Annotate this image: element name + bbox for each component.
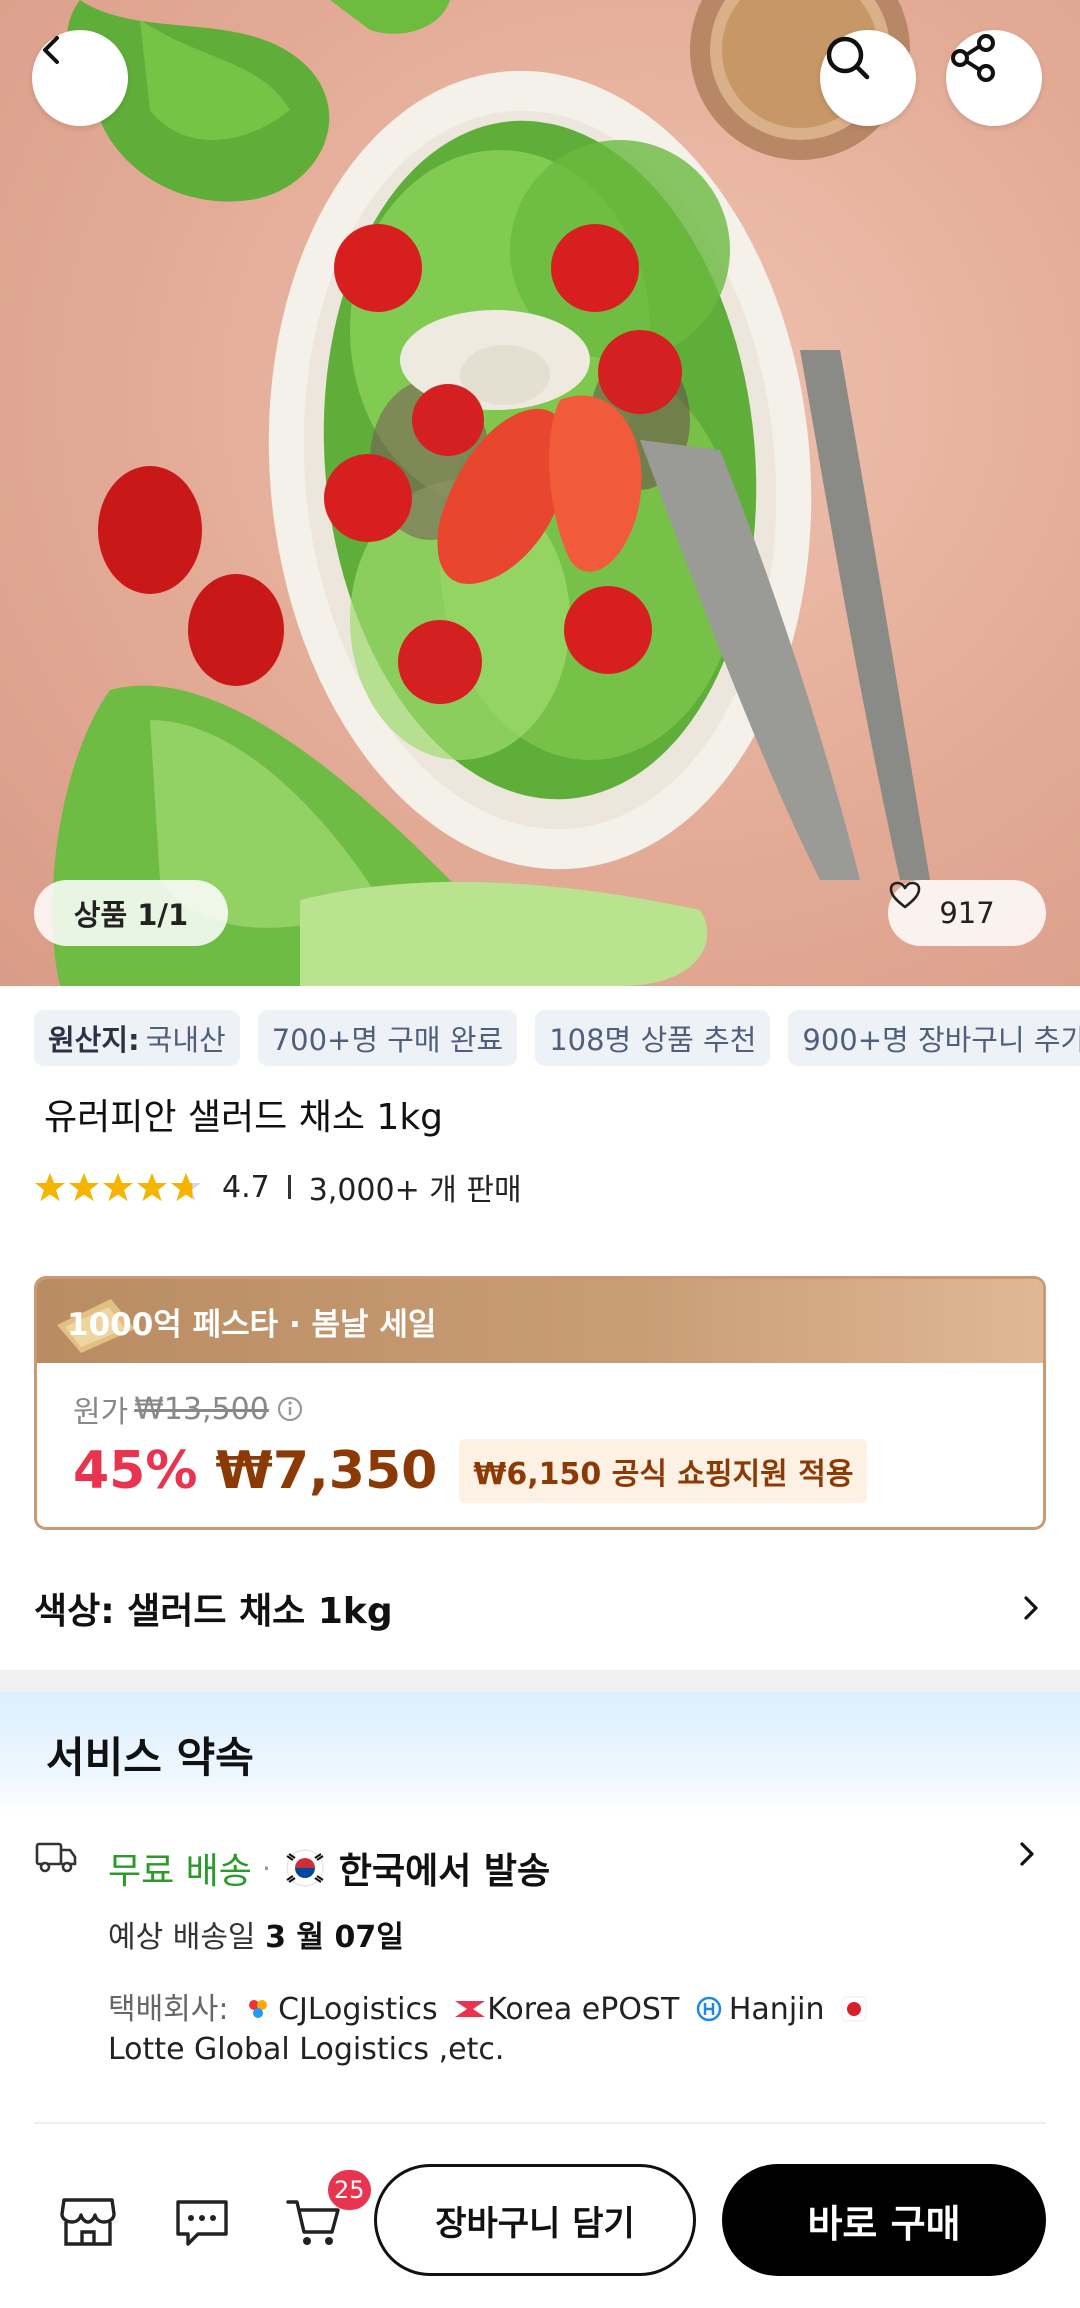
store-icon <box>60 2198 116 2246</box>
carrier-cj: CJLogistics <box>278 1992 438 2027</box>
tag-cart-adds: 900+명 장바구니 추가 <box>788 1010 1080 1066</box>
shipping-line: 무료 배송 · 한국에서 발송 <box>108 1842 550 1894</box>
share-icon <box>951 34 995 82</box>
hanjin-logo-icon <box>695 1994 723 2022</box>
divider <box>34 2122 1046 2124</box>
carrier-epost: Korea ePOST <box>487 1992 680 2027</box>
service-promise-title: 서비스 약속 <box>46 1733 254 1782</box>
color-option-label: 색상: 샐러드 채소 1kg <box>34 1591 393 1632</box>
cj-logo-icon <box>244 1994 273 2022</box>
tag-origin: 원산지: 국내산 <box>34 1010 240 1066</box>
lotte-logo-icon <box>840 1994 868 2022</box>
discount-percent: 45% <box>73 1441 198 1501</box>
star-icon <box>69 1173 99 1201</box>
star-icon <box>171 1173 201 1201</box>
shipping-row[interactable]: 무료 배송 · 한국에서 발송 <box>34 1836 1046 1896</box>
free-shipping-label: 무료 배송 <box>108 1851 252 1892</box>
tag-recommends: 108명 상품 추천 <box>535 1010 771 1066</box>
carrier-hanjin: Hanjin <box>728 1992 825 2027</box>
heart-icon <box>889 881 921 909</box>
add-to-cart-button[interactable]: 장바구니 담기 <box>374 2164 696 2276</box>
carriers-label: 택배회사: <box>108 1992 229 2027</box>
carrier-lotte: Lotte Global Logistics ,etc. <box>108 2032 505 2067</box>
buy-now-button[interactable]: 바로 구매 <box>722 2164 1046 2276</box>
product-tags: 원산지: 국내산 700+명 구매 완료 108명 상품 추천 900+명 장바구… <box>34 1010 1080 1066</box>
star-icon <box>137 1173 167 1201</box>
product-photo <box>52 0 930 986</box>
chat-icon <box>176 2200 228 2246</box>
rating-value: 4.7 <box>222 1169 270 1205</box>
tag-purchases: 700+명 구매 완료 <box>257 1010 518 1066</box>
dot-separator: · <box>261 1851 271 1885</box>
image-counter: 상품 1/1 <box>34 880 228 946</box>
estimated-delivery: 예상 배송일 3 월 07일 <box>108 1912 404 1956</box>
color-option-selector[interactable]: 색상: 샐러드 채소 1kg <box>34 1578 1046 1638</box>
star-icon <box>35 1173 65 1201</box>
final-price: ₩7,350 <box>215 1441 438 1501</box>
product-title: 유러피안 샐러드 채소 1kg <box>44 1097 444 1138</box>
section-divider <box>0 1670 1080 1692</box>
truck-icon <box>35 1842 77 1873</box>
star-rating <box>34 1171 202 1203</box>
search-button[interactable] <box>820 30 916 126</box>
like-count: 917 <box>939 896 995 930</box>
cart-count-badge: 25 <box>328 2170 371 2210</box>
korea-flag-icon <box>286 1849 324 1887</box>
like-button[interactable]: 917 <box>888 880 1046 946</box>
epost-logo-icon <box>453 1994 486 2022</box>
info-icon[interactable] <box>275 1394 305 1424</box>
eta-label: 예상 배송일 <box>108 1920 256 1955</box>
sale-banner-text: 1000억 페스타 · 봄날 세일 <box>67 1306 437 1343</box>
original-price-row: 원가 ₩13,500 <box>73 1387 305 1431</box>
back-button[interactable] <box>32 30 128 126</box>
eta-date: 3 월 07일 <box>265 1920 404 1955</box>
price-box: 1000억 페스타 · 봄날 세일 원가 ₩13,500 45% ₩7,350 … <box>34 1276 1046 1530</box>
bottom-action-bar: 25 장바구니 담기 바로 구매 <box>0 2150 1080 2308</box>
ship-origin: 한국에서 발송 <box>338 1851 551 1892</box>
price-row: 45% ₩7,350 ₩6,150 공식 쇼핑지원 적용 <box>73 1439 868 1503</box>
chat-button[interactable] <box>170 2190 234 2254</box>
chevron-right-icon <box>1020 1842 1034 1866</box>
separator <box>287 1175 291 1199</box>
chevron-left-icon <box>43 36 59 64</box>
original-price-label: 원가 <box>73 1395 129 1430</box>
carrier-list: 택배회사: CJLogistics Korea ePOST Hanjin Lot… <box>108 1990 1008 2070</box>
share-button[interactable] <box>946 30 1042 126</box>
rating-row[interactable]: 4.7 3,000+ 개 판매 <box>34 1165 522 1209</box>
shopping-support-badge: ₩6,150 공식 쇼핑지원 적용 <box>459 1439 868 1503</box>
sold-count: 3,000+ 개 판매 <box>308 1173 522 1208</box>
original-price: ₩13,500 <box>134 1391 269 1427</box>
sale-banner: 1000억 페스타 · 봄날 세일 <box>37 1279 1043 1363</box>
chevron-right-icon <box>1024 1596 1038 1620</box>
product-image-gallery[interactable]: 상품 1/1 917 <box>0 0 1080 986</box>
star-icon <box>103 1173 133 1201</box>
service-promise-header: 서비스 약속 <box>0 1692 1080 1812</box>
store-button[interactable] <box>56 2190 120 2254</box>
search-icon <box>826 36 870 80</box>
